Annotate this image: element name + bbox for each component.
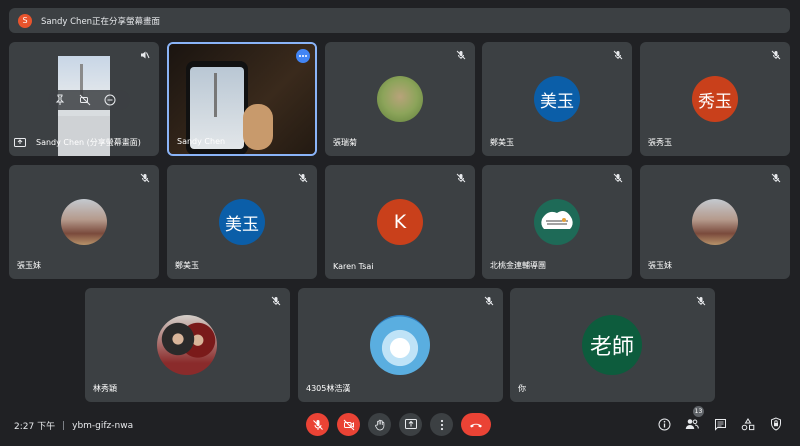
pin-icon[interactable] [54, 94, 66, 106]
show-everyone-button[interactable] [682, 414, 702, 434]
host-controls-button[interactable] [766, 414, 786, 434]
mic-off-icon [613, 50, 623, 60]
avatar-initials: 美玉 [219, 199, 265, 245]
more-vertical-icon [440, 419, 443, 430]
mic-off-icon [140, 173, 150, 183]
more-options-button[interactable] [430, 413, 453, 436]
participant-name: 鄭美玉 [175, 261, 199, 270]
hang-up-icon [470, 423, 482, 427]
meeting-code: ybm-gifz-nwa [72, 420, 134, 431]
present-screen-icon [14, 138, 26, 147]
mic-off-icon [456, 50, 466, 60]
avatar-initials: K [377, 199, 423, 245]
participant-tile[interactable]: 美玉 鄭美玉 [167, 165, 317, 279]
separator: | [62, 420, 66, 431]
shapes-icon [741, 417, 755, 430]
participant-tile[interactable]: 秀玉 張秀玉 [640, 42, 790, 156]
participant-name: 你 [518, 384, 526, 393]
participant-tile[interactable]: 美玉 鄭美玉 [482, 42, 632, 156]
avatar-logo [534, 199, 580, 245]
clock-time: 2:27 下午 [14, 422, 56, 432]
chat-button[interactable] [710, 414, 730, 434]
presenter-avatar: S [18, 13, 32, 28]
avatar-illustration [370, 315, 430, 375]
self-tile[interactable]: 老師 你 [510, 288, 715, 402]
remove-icon[interactable] [104, 94, 116, 106]
more-options-button[interactable] [296, 49, 310, 63]
participant-count-badge: 13 [693, 406, 704, 417]
participant-tile-active-speaker[interactable]: Sandy Chen [167, 42, 317, 156]
presentation-banner-text: Sandy Chen正在分享螢幕畫面 [41, 16, 161, 27]
participant-tile[interactable]: 張玉妹 [9, 165, 159, 279]
participant-name: 鄭美玉 [490, 138, 514, 147]
meeting-details-button[interactable] [654, 414, 674, 434]
hide-video-icon[interactable] [79, 94, 91, 106]
hand-in-video [243, 104, 273, 150]
participant-name: 林秀穎 [93, 384, 117, 393]
avatar-initials: 美玉 [534, 76, 580, 122]
participant-name: 張秀玉 [648, 138, 672, 147]
leave-call-button[interactable] [461, 413, 491, 436]
participant-name: Sandy Chen [177, 137, 226, 146]
present-screen-icon [404, 419, 417, 429]
chat-icon [714, 418, 726, 431]
info-icon [658, 418, 670, 430]
mic-off-icon [771, 50, 781, 60]
avatar-photo [61, 199, 107, 245]
participant-tile[interactable]: 北桃金連輔導團 [482, 165, 632, 279]
hand-icon [374, 419, 384, 430]
participant-tile-screen-share[interactable]: Sandy Chen (分享螢幕畫面) [9, 42, 159, 156]
participant-name: Karen Tsai [333, 262, 374, 271]
mic-off-icon [312, 419, 323, 430]
camera-toggle-button[interactable] [337, 413, 360, 436]
mic-off-icon [696, 296, 706, 306]
participant-tile[interactable]: K Karen Tsai [325, 165, 475, 279]
mic-off-icon [484, 296, 494, 306]
mic-off-icon [456, 173, 466, 183]
avatar-initials: 老師 [582, 315, 642, 375]
presentation-banner: S Sandy Chen正在分享螢幕畫面 [9, 8, 790, 33]
mic-off-icon [271, 296, 281, 306]
participant-name: Sandy Chen (分享螢幕畫面) [36, 138, 141, 147]
video-off-icon [343, 419, 354, 430]
shield-lock-icon [771, 417, 781, 431]
participant-name: 張瑞菊 [333, 138, 357, 147]
mic-off-icon [298, 173, 308, 183]
participant-tile[interactable]: 4305林浩漢 [298, 288, 503, 402]
audio-off-icon [141, 51, 150, 59]
avatar-photo [377, 76, 423, 122]
activities-button[interactable] [738, 414, 758, 434]
participant-name: 張玉妹 [17, 261, 41, 270]
raise-hand-button[interactable] [368, 413, 391, 436]
participant-name: 張玉妹 [648, 261, 672, 270]
participant-name: 4305林浩漢 [306, 384, 351, 393]
people-icon [685, 419, 699, 429]
participant-tile[interactable]: 張瑞菊 [325, 42, 475, 156]
participant-name: 北桃金連輔導團 [490, 261, 546, 270]
more-horizontal-icon [299, 55, 307, 57]
logo-icon [541, 211, 573, 229]
avatar-initials: 秀玉 [692, 76, 738, 122]
mic-off-icon [771, 173, 781, 183]
avatar-photo [157, 315, 217, 375]
avatar-photo [692, 199, 738, 245]
participant-tile[interactable]: 林秀穎 [85, 288, 290, 402]
microphone-toggle-button[interactable] [306, 413, 329, 436]
present-now-button[interactable] [399, 413, 422, 436]
participant-tile[interactable]: 張玉妹 [640, 165, 790, 279]
meeting-info: 2:27 下午 | ybm-gifz-nwa [14, 419, 134, 433]
mic-off-icon [613, 173, 623, 183]
